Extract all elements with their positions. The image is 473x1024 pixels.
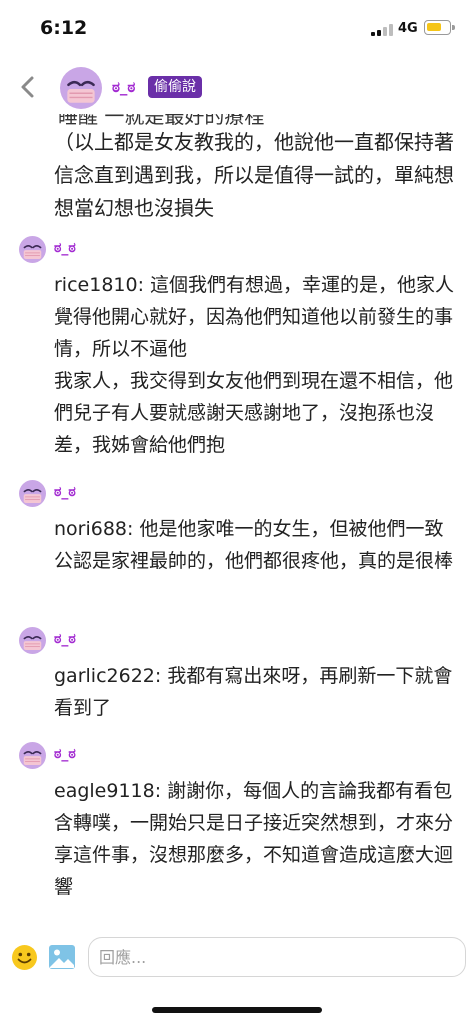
smiley-icon[interactable] <box>11 944 38 971</box>
avatar[interactable] <box>19 236 46 263</box>
reply-bar <box>0 928 473 1024</box>
response-body: nori688: 他是他家唯一的女生，但被他們一致公認是家裡最帥的，他們都很疼他… <box>54 513 459 577</box>
image-icon[interactable] <box>48 944 76 970</box>
response-text: 我家人，我交得到女友他們到現在還不相信，他們兒子有人要就感謝天感謝地了，沒抱孫也… <box>54 370 454 456</box>
status-bar: 6:12 4G <box>0 0 473 56</box>
battery-icon <box>424 20 455 35</box>
response-text: eagle9118: 謝謝你，每個人的言論我都有看包含轉噗，一開始只是日子接近突… <box>54 780 454 898</box>
response-text: nori688: 他是他家唯一的女生，但被他們一致公認是家裡最帥的，他們都很疼他… <box>54 518 454 572</box>
response-author[interactable]: ಠ_ಠ <box>54 631 76 647</box>
anonymous-badge: 偷偷說 <box>148 76 202 98</box>
response-text: rice1810: 這個我們有想過，幸運的是，他家人覺得他開心就好，因為他們知道… <box>54 274 455 360</box>
response-author[interactable]: ಠ_ಠ <box>54 240 76 256</box>
status-time: 6:12 <box>40 17 88 39</box>
avatar[interactable] <box>19 742 46 769</box>
plurk-feed[interactable]: 睡醒 一就是最好的療程 （以上都是女友教我的，他說他一直都保持著信念直到遇到我，… <box>0 100 473 928</box>
home-indicator <box>152 1007 322 1013</box>
response-author[interactable]: ಠ_ಠ <box>54 484 76 500</box>
signal-icon <box>371 24 393 36</box>
author-name[interactable]: ಠ_ಠ <box>112 78 135 96</box>
chevron-left-icon[interactable] <box>14 72 42 102</box>
reply-input[interactable] <box>88 937 466 977</box>
author-avatar[interactable] <box>60 67 102 109</box>
response-text: garlic2622: 我都有寫出來呀，再刷新一下就會看到了 <box>54 665 453 719</box>
response-body: eagle9118: 謝謝你，每個人的言論我都有看包含轉噗，一開始只是日子接近突… <box>54 775 459 903</box>
post-text: （以上都是女友教我的，他說他一直都保持著信念直到遇到我，所以是值得一試的，單純想… <box>54 130 454 220</box>
avatar[interactable] <box>19 480 46 507</box>
plurk-header: ಠ_ಠ 偷偷說 <box>0 58 473 114</box>
avatar[interactable] <box>19 627 46 654</box>
response-body: rice1810: 這個我們有想過，幸運的是，他家人覺得他開心就好，因為他們知道… <box>54 269 459 461</box>
response-body: garlic2622: 我都有寫出來呀，再刷新一下就會看到了 <box>54 660 459 724</box>
response-author[interactable]: ಠ_ಠ <box>54 746 76 762</box>
network-label: 4G <box>398 21 418 36</box>
